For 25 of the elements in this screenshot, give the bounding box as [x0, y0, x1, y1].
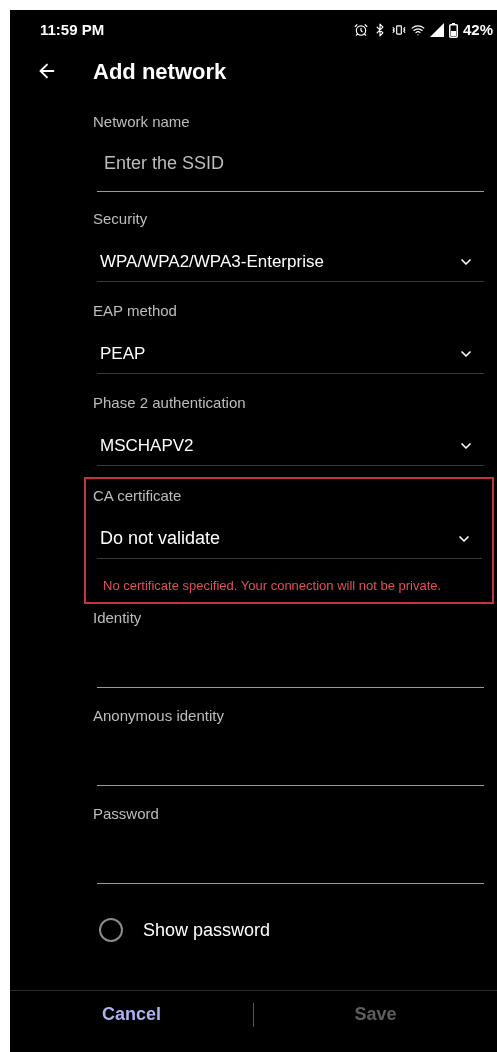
field-label: CA certificate [93, 485, 182, 506]
dropdown-select[interactable]: MSCHAPV2 [97, 418, 484, 466]
show-password-checkbox[interactable] [99, 918, 123, 942]
dropdown-select[interactable]: WPA/WPA2/WPA3-Enterprise [97, 234, 484, 282]
signal-icon [429, 23, 444, 37]
input-field[interactable]: Enter the SSID [97, 136, 484, 192]
dropdown-select[interactable]: Do not validate [97, 511, 482, 559]
battery-percent: 42% [462, 19, 493, 40]
field-label: EAP method [93, 300, 177, 321]
error-message: No certificate specified. Your connection will not be private. [103, 578, 442, 593]
field-label: Phase 2 authentication [93, 392, 246, 413]
field-label: Network name [93, 111, 190, 132]
alarm-icon [353, 23, 368, 37]
battery-icon [448, 22, 458, 38]
dialog-button[interactable]: Cancel [10, 994, 253, 1035]
field-label: Anonymous identity [93, 705, 224, 726]
field-label: Password [93, 803, 159, 824]
field-label: Security [93, 208, 148, 229]
dropdown-select[interactable]: PEAP [97, 326, 484, 374]
wifi-icon [410, 23, 425, 37]
checkbox-label: Show password [143, 918, 271, 942]
vibrate-icon [391, 23, 406, 37]
field-label: Identity [93, 607, 142, 628]
page-title: Add network [93, 57, 227, 86]
status-time: 11:59 PM [40, 19, 105, 40]
